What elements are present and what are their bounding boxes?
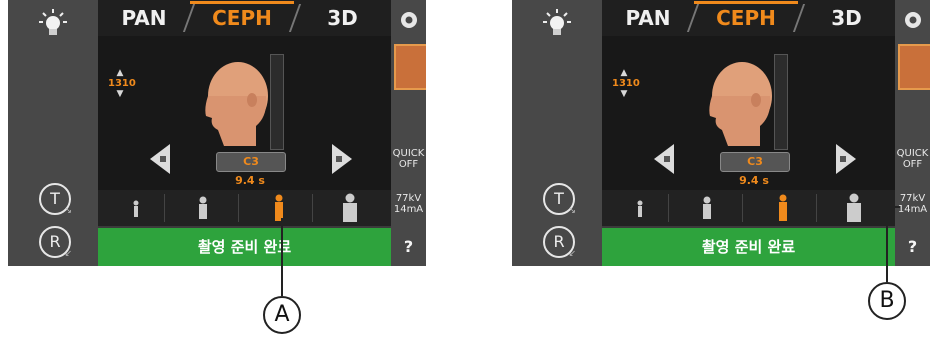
patient-size-selector <box>98 190 391 226</box>
kv-value: 77kV <box>899 193 926 204</box>
divider <box>164 194 165 222</box>
right-arrow-icon[interactable] <box>330 142 354 176</box>
child-small-icon[interactable] <box>132 200 140 218</box>
head-profile-icon <box>205 62 268 146</box>
up-arrow-icon[interactable]: ▲ <box>108 69 132 78</box>
t-button[interactable]: T ↘ <box>543 183 576 216</box>
quick-label: QUICK <box>392 148 425 159</box>
patient-viewer: ▲ 1310 ▼ C3 9.4 s <box>602 36 895 190</box>
left-sidebar: T ↘ R ↙ <box>8 0 98 266</box>
child-icon[interactable] <box>701 196 713 220</box>
down-arrow-icon[interactable]: ▼ <box>108 90 132 99</box>
t-corner-arrow-icon: ↘ <box>64 206 72 216</box>
exposure-parameters: 77kV 14mA <box>895 193 930 215</box>
ma-value: 14mA <box>897 204 928 215</box>
tab-ceph[interactable]: CEPH <box>694 1 798 32</box>
divider <box>742 194 743 222</box>
exposure-time: 9.4 s <box>235 174 265 187</box>
t-corner-arrow-icon: ↘ <box>568 206 576 216</box>
status-bar: 촬영 준비 완료 <box>602 228 895 266</box>
right-arrow-icon[interactable] <box>834 142 858 176</box>
quick-state: OFF <box>902 159 923 170</box>
mode-button[interactable]: C3 <box>216 152 286 172</box>
divider <box>238 194 239 222</box>
child-icon[interactable] <box>197 196 209 220</box>
quick-toggle[interactable]: QUICK OFF <box>391 148 426 170</box>
ma-value: 14mA <box>393 204 424 215</box>
up-arrow-icon[interactable]: ▲ <box>612 69 636 78</box>
tab-3d[interactable]: 3D <box>798 4 895 32</box>
divider <box>668 194 669 222</box>
adult-medium-icon[interactable] <box>273 194 285 222</box>
leader-line-b-hook <box>886 206 900 208</box>
left-arrow-icon[interactable] <box>652 142 676 176</box>
adult-large-icon[interactable] <box>341 193 359 223</box>
divider <box>312 194 313 222</box>
r-corner-arrow-icon: ↙ <box>568 249 576 259</box>
mode-tabbar: PAN CEPH 3D <box>602 0 895 36</box>
callout-a: A <box>263 296 301 334</box>
child-small-icon[interactable] <box>636 200 644 218</box>
control-panel-b: T ↘ R ↙ PAN CEPH 3D ▲ 1310 ▼ C3 9.4 s 촬영… <box>512 0 930 266</box>
control-panel-a: T ↘ R ↙ PAN CEPH 3D ▲ 1310 ▼ C3 9.4 s 촬영… <box>8 0 426 266</box>
quick-state: OFF <box>398 159 419 170</box>
right-sidebar: QUICK OFF 77kV 14mA ? <box>895 0 930 266</box>
t-button-label: T <box>50 189 60 208</box>
lamp-icon[interactable] <box>36 8 70 38</box>
tab-pan[interactable]: PAN <box>98 4 190 32</box>
head-profile-icon <box>709 62 772 146</box>
mode-tabbar: PAN CEPH 3D <box>98 0 391 36</box>
gear-icon[interactable] <box>399 10 419 30</box>
adult-large-icon[interactable] <box>845 193 863 223</box>
exposure-time: 9.4 s <box>739 174 769 187</box>
right-sidebar: QUICK OFF 77kV 14mA ? <box>391 0 426 266</box>
callout-b: B <box>868 282 906 320</box>
r-button-label: R <box>49 232 61 251</box>
leader-line-b <box>886 206 888 282</box>
divider <box>816 194 817 222</box>
help-button[interactable]: ? <box>895 228 930 266</box>
t-button-label: T <box>554 189 564 208</box>
left-sidebar: T ↘ R ↙ <box>512 0 602 266</box>
status-bar: 촬영 준비 완료 <box>98 228 391 266</box>
r-button[interactable]: R ↙ <box>543 226 576 259</box>
adult-medium-icon[interactable] <box>777 194 789 222</box>
patient-viewer: ▲ 1310 ▼ C3 9.4 s <box>98 36 391 190</box>
tab-ceph[interactable]: CEPH <box>190 1 294 32</box>
quick-label: QUICK <box>896 148 929 159</box>
leader-line-a <box>281 218 283 296</box>
tab-pan[interactable]: PAN <box>602 4 694 32</box>
down-arrow-icon[interactable]: ▼ <box>612 90 636 99</box>
left-arrow-icon[interactable] <box>148 142 172 176</box>
r-button-label: R <box>553 232 565 251</box>
ceph-thumbnail[interactable] <box>898 44 930 90</box>
ceph-thumbnail[interactable] <box>394 44 426 90</box>
distance-adjuster[interactable]: ▲ 1310 ▼ <box>108 69 136 99</box>
t-button[interactable]: T ↘ <box>39 183 72 216</box>
lamp-icon[interactable] <box>540 8 574 38</box>
distance-adjuster[interactable]: ▲ 1310 ▼ <box>612 69 640 99</box>
quick-toggle[interactable]: QUICK OFF <box>895 148 930 170</box>
help-button[interactable]: ? <box>391 228 426 266</box>
patient-size-selector <box>602 190 895 226</box>
mode-button[interactable]: C3 <box>720 152 790 172</box>
exposure-parameters: 77kV 14mA <box>391 193 426 215</box>
r-corner-arrow-icon: ↙ <box>64 249 72 259</box>
gear-icon[interactable] <box>903 10 923 30</box>
kv-value: 77kV <box>395 193 422 204</box>
tab-3d[interactable]: 3D <box>294 4 391 32</box>
r-button[interactable]: R ↙ <box>39 226 72 259</box>
